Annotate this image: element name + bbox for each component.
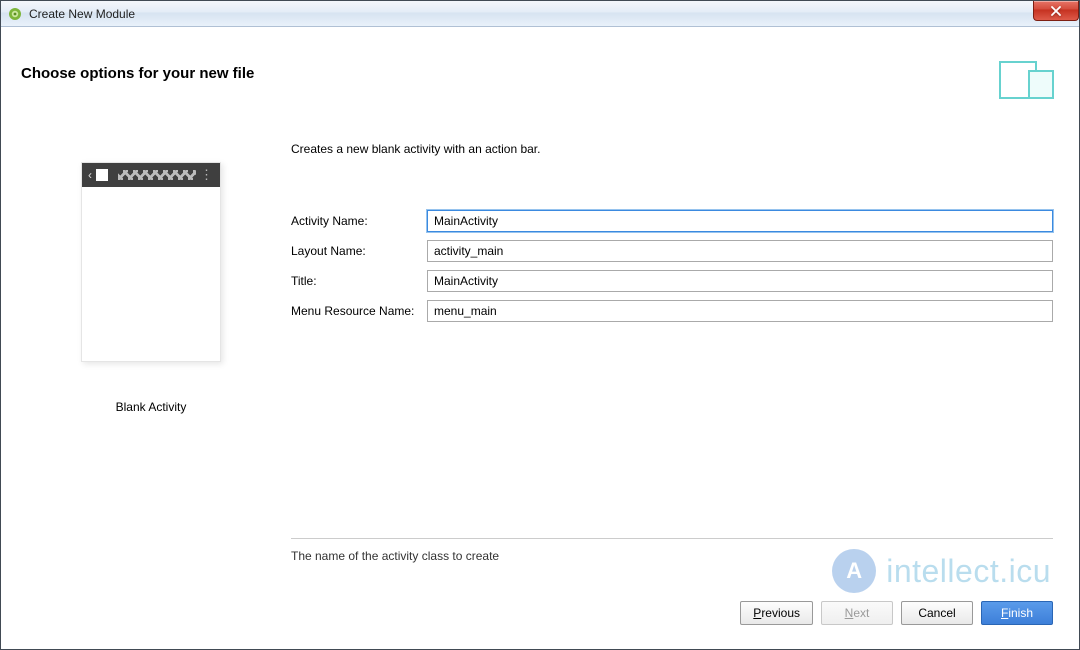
overflow-menu-icon: ⋮: [200, 167, 214, 183]
template-preview: ‹ ⋮: [81, 162, 221, 362]
dialog-window: Create New Module Choose options for you…: [0, 0, 1080, 650]
input-title[interactable]: [427, 270, 1053, 292]
next-button: Next: [821, 601, 893, 625]
devices-icon: [999, 61, 1055, 102]
titlebar[interactable]: Create New Module: [1, 1, 1079, 27]
label-activity-name: Activity Name:: [291, 214, 427, 228]
input-activity-name[interactable]: [427, 210, 1053, 232]
template-description: Creates a new blank activity with an act…: [291, 142, 1053, 156]
back-chevron-icon: ‹: [88, 168, 92, 182]
template-caption: Blank Activity: [116, 400, 187, 414]
app-icon: [7, 6, 23, 22]
app-square-icon: [96, 169, 108, 181]
label-title: Title:: [291, 274, 427, 288]
label-menu-resource: Menu Resource Name:: [291, 304, 427, 318]
input-menu-resource[interactable]: [427, 300, 1053, 322]
finish-button[interactable]: Finish: [981, 601, 1053, 625]
title-placeholder-icon: [118, 170, 196, 180]
dialog-content: Choose options for your new file ‹: [11, 37, 1069, 639]
window-close-button[interactable]: [1033, 1, 1079, 21]
input-layout-name[interactable]: [427, 240, 1053, 262]
page-heading: Choose options for your new file: [21, 65, 254, 82]
cancel-button[interactable]: Cancel: [901, 601, 973, 625]
field-hint: The name of the activity class to create: [291, 538, 1053, 563]
preview-actionbar: ‹ ⋮: [82, 163, 220, 187]
label-layout-name: Layout Name:: [291, 244, 427, 258]
previous-button[interactable]: Previous: [740, 601, 813, 625]
window-title: Create New Module: [29, 7, 135, 21]
